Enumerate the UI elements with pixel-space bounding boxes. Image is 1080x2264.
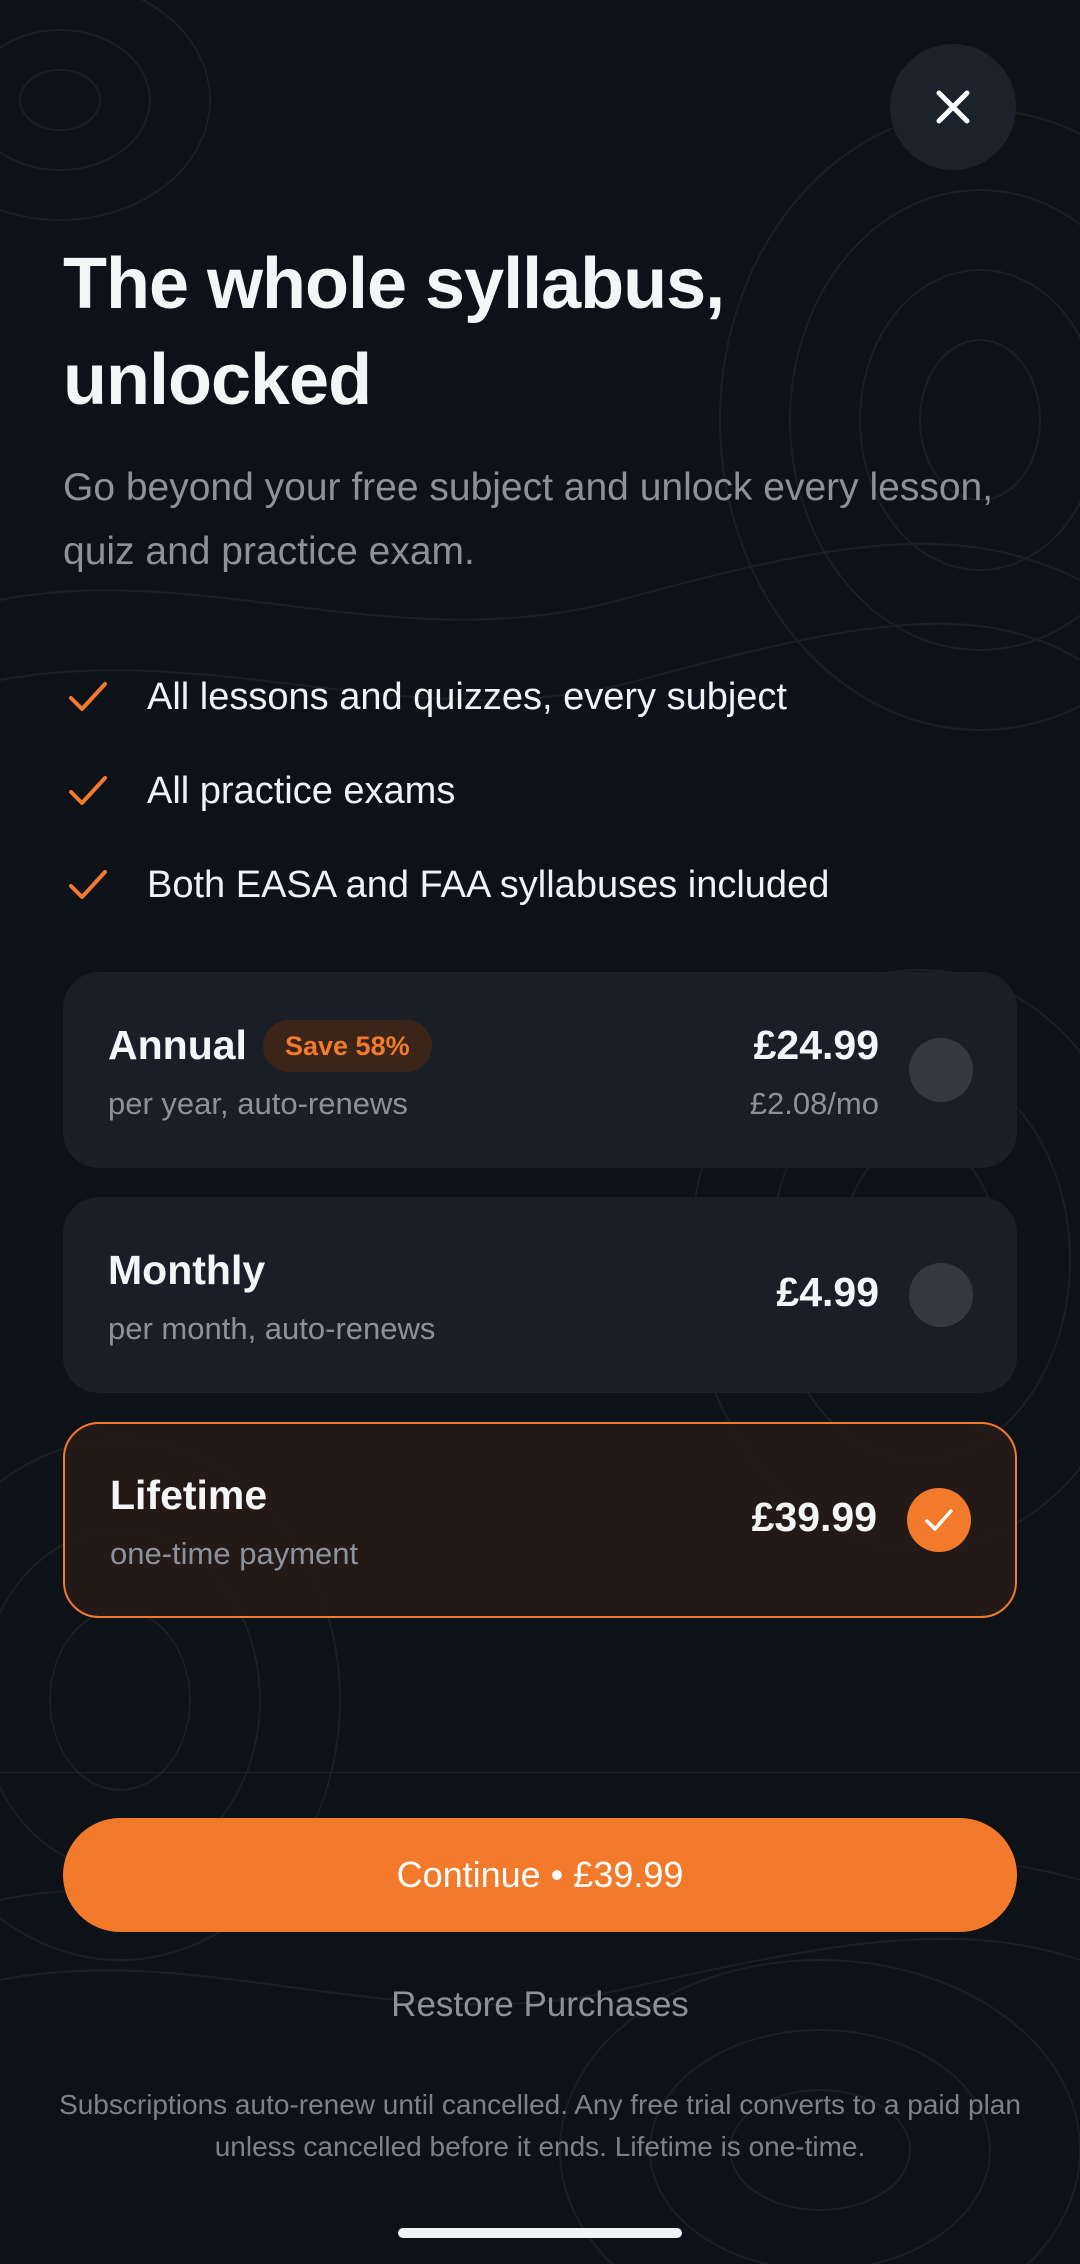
close-icon [936, 90, 970, 124]
plan-radio-button[interactable] [909, 1263, 973, 1327]
plan-option-monthly[interactable]: Monthly per month, auto-renews £4.99 [63, 1197, 1017, 1393]
continue-button[interactable]: Continue • £39.99 [63, 1818, 1017, 1932]
checkmark-icon [63, 766, 113, 816]
plan-price: £4.99 [776, 1269, 879, 1315]
feature-text: All practice exams [147, 769, 456, 812]
close-button[interactable] [890, 44, 1016, 170]
plan-option-lifetime[interactable]: Lifetime one-time payment £39.99 [63, 1422, 1017, 1618]
checkmark-icon [63, 860, 113, 910]
restore-purchases-link[interactable]: Restore Purchases [0, 1985, 1080, 2025]
plan-name: Annual [108, 1022, 247, 1068]
plan-name: Monthly [108, 1247, 266, 1293]
plan-option-annual[interactable]: Annual Save 58% per year, auto-renews £2… [63, 972, 1017, 1168]
plan-name: Lifetime [110, 1472, 268, 1518]
checkmark-icon [63, 672, 113, 722]
plan-radio-button-selected[interactable] [907, 1488, 971, 1552]
checkmark-icon [925, 1509, 953, 1531]
paywall-screen: The whole syllabus, unlocked Go beyond y… [0, 0, 1080, 2264]
page-subtitle: Go beyond your free subject and unlock e… [63, 466, 994, 573]
feature-text: Both EASA and FAA syllabuses included [147, 863, 830, 906]
plan-description: per year, auto-renews [108, 1086, 408, 1121]
feature-item: All lessons and quizzes, every subject [63, 650, 1023, 744]
plan-monthly-equivalent: £2.08/mo [749, 1086, 879, 1121]
plan-price: £24.99 [753, 1022, 879, 1068]
feature-item: Both EASA and FAA syllabuses included [63, 838, 1023, 932]
feature-list: All lessons and quizzes, every subject A… [63, 650, 1023, 932]
divider [0, 1772, 1080, 1773]
page-title: The whole syllabus, unlocked [63, 244, 725, 420]
legal-disclaimer: Subscriptions auto-renew until cancelled… [59, 2089, 1021, 2162]
plan-description: per month, auto-renews [108, 1311, 436, 1346]
feature-text: All lessons and quizzes, every subject [147, 675, 787, 718]
savings-badge: Save 58% [263, 1020, 432, 1072]
plan-radio-button[interactable] [909, 1038, 973, 1102]
plan-price: £39.99 [751, 1494, 877, 1540]
home-indicator[interactable] [398, 2228, 682, 2238]
plan-description: one-time payment [110, 1536, 359, 1571]
feature-item: All practice exams [63, 744, 1023, 838]
